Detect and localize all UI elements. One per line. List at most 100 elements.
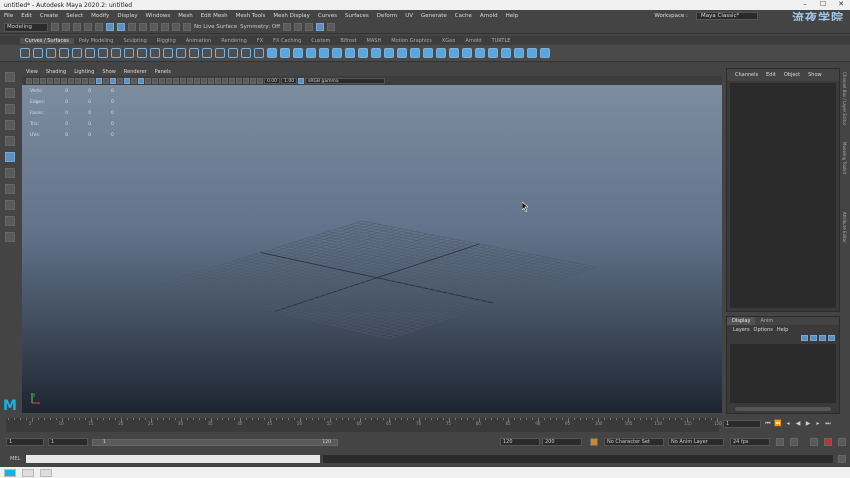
menu-deform[interactable]: Deform xyxy=(373,13,401,19)
select-hierarchy-icon[interactable] xyxy=(106,23,114,31)
go-to-start-icon[interactable]: ⏮ xyxy=(764,420,772,428)
curve-d-icon[interactable] xyxy=(150,48,160,58)
bezier-curve-icon[interactable] xyxy=(72,48,82,58)
snap-curve-icon[interactable] xyxy=(150,23,158,31)
viewport-tool-30-icon[interactable] xyxy=(236,77,242,84)
snap-view-icon[interactable] xyxy=(172,23,180,31)
select-tool-icon[interactable] xyxy=(5,72,15,82)
current-frame-field[interactable]: 1 xyxy=(723,420,761,428)
viewport-tool-6-icon[interactable] xyxy=(68,77,74,84)
select-component-icon[interactable] xyxy=(128,23,136,31)
menu-uv[interactable]: UV xyxy=(401,13,417,19)
layer-menu-options[interactable]: Options xyxy=(752,327,775,333)
viewport-tool-20-icon[interactable] xyxy=(166,77,172,84)
loft-icon[interactable] xyxy=(345,48,355,58)
auto-key-icon[interactable] xyxy=(590,438,598,446)
shelf-tab-poly-modeling[interactable]: Poly Modeling xyxy=(74,38,119,44)
workspace-dropdown[interactable]: Maya Classic* xyxy=(696,11,758,20)
channel-menu-show[interactable]: Show xyxy=(804,72,826,78)
arc-tool-icon[interactable] xyxy=(98,48,108,58)
trim-icon[interactable] xyxy=(462,48,472,58)
script-editor-icon[interactable] xyxy=(838,455,846,463)
menu-curves[interactable]: Curves xyxy=(314,13,341,19)
viewport-menu-view[interactable]: View xyxy=(22,69,42,75)
viewport-tool-1-icon[interactable] xyxy=(33,77,39,84)
viewport-tool-17-icon[interactable] xyxy=(145,77,151,84)
ep-curve-icon[interactable] xyxy=(46,48,56,58)
viewport-tool-24-icon[interactable] xyxy=(194,77,200,84)
menu-windows[interactable]: Windows xyxy=(142,13,175,19)
viewport-tool-23-icon[interactable] xyxy=(187,77,193,84)
extrude-icon[interactable] xyxy=(384,48,394,58)
playback-start-field[interactable]: 1 xyxy=(48,438,88,446)
step-back-key-icon[interactable]: ⏪ xyxy=(774,420,782,428)
paint-select-tool-icon[interactable] xyxy=(5,104,15,114)
redo-icon[interactable] xyxy=(95,23,103,31)
maximize-button[interactable]: ☐ xyxy=(814,0,832,8)
shelf-tab-custom[interactable]: Custom xyxy=(306,38,335,44)
exposure-field[interactable]: 1.00 xyxy=(281,77,298,84)
render-settings-icon[interactable] xyxy=(305,23,314,31)
menu-cache[interactable]: Cache xyxy=(451,13,476,19)
viewport-tool-9-icon[interactable] xyxy=(89,77,95,84)
viewport-tool-25-icon[interactable] xyxy=(201,77,207,84)
anim-prefs-icon[interactable] xyxy=(824,438,832,446)
viewport-tool-16-icon[interactable] xyxy=(138,77,144,84)
pencil-curve-icon[interactable] xyxy=(85,48,95,58)
maya-taskbar-icon[interactable] xyxy=(4,468,16,477)
viewport-tool-14-icon[interactable] xyxy=(124,77,130,84)
move-layer-up-icon[interactable] xyxy=(801,335,808,341)
toggle-modeling-toolkit-icon[interactable] xyxy=(316,23,325,31)
viewport-menu-show[interactable]: Show xyxy=(98,69,120,75)
viewport-tool-8-icon[interactable] xyxy=(82,77,88,84)
four-view-layout-icon[interactable] xyxy=(5,200,15,210)
channel-menu-edit[interactable]: Edit xyxy=(762,72,780,78)
last-tool-icon[interactable] xyxy=(5,168,15,178)
menu-create[interactable]: Create xyxy=(36,13,62,19)
layer-tab-display[interactable]: Display xyxy=(727,317,756,325)
square-surface-icon[interactable] xyxy=(423,48,433,58)
viewport-tool-18-icon[interactable] xyxy=(152,77,158,84)
menu-edit-mesh[interactable]: Edit Mesh xyxy=(197,13,232,19)
nurbs-cone-icon[interactable] xyxy=(306,48,316,58)
curve-l-icon[interactable] xyxy=(254,48,264,58)
ipr-render-icon[interactable] xyxy=(294,23,303,31)
step-back-frame-icon[interactable]: ◂ xyxy=(784,420,792,428)
curve-a-icon[interactable] xyxy=(111,48,121,58)
shelf-tab-mash[interactable]: MASH xyxy=(362,38,387,44)
cv-curve-icon[interactable] xyxy=(59,48,69,58)
two-view-layout-icon[interactable] xyxy=(5,216,15,226)
new-layer-selected-icon[interactable] xyxy=(828,335,835,341)
untrim-icon[interactable] xyxy=(475,48,485,58)
viewport-tool-31-icon[interactable] xyxy=(243,77,249,84)
menu-generate[interactable]: Generate xyxy=(417,13,451,19)
menu-edit[interactable]: Edit xyxy=(17,13,36,19)
nurbs-plane-icon[interactable] xyxy=(319,48,329,58)
curve-g-icon[interactable] xyxy=(189,48,199,58)
timeline-track[interactable]: 5 10 15 20 25 30 35 40 45 50 55 60 65 70 75 80 85 90 95 100… xyxy=(6,418,722,432)
menu-display[interactable]: Display xyxy=(113,13,141,19)
viewport-tool-2-icon[interactable] xyxy=(40,77,46,84)
menu-surfaces[interactable]: Surfaces xyxy=(341,13,373,19)
animation-start-field[interactable]: 1 xyxy=(6,438,44,446)
shelf-tab-curves-surfaces[interactable]: Curves / Surfaces xyxy=(20,37,74,44)
open-scene-icon[interactable] xyxy=(62,23,70,31)
shelf-tab-fx-caching[interactable]: FX Caching xyxy=(268,38,306,44)
move-layer-down-icon[interactable] xyxy=(810,335,817,341)
play-back-icon[interactable]: ◀ xyxy=(794,420,802,428)
menu-file[interactable]: File xyxy=(0,13,17,19)
revolve-icon[interactable] xyxy=(371,48,381,58)
menu-select[interactable]: Select xyxy=(62,13,87,19)
go-to-end-icon[interactable]: ⏭ xyxy=(824,420,832,428)
curve-b-icon[interactable] xyxy=(124,48,134,58)
step-forward-frame-icon[interactable]: ▸ xyxy=(814,420,822,428)
colorspace-dropdown[interactable]: sRGB gamma xyxy=(305,77,386,84)
stitch-icon[interactable] xyxy=(527,48,537,58)
viewport-tool-10-icon[interactable] xyxy=(96,77,102,84)
viewport-menu-panels[interactable]: Panels xyxy=(151,69,175,75)
viewport-tool-26-icon[interactable] xyxy=(208,77,214,84)
intersect-icon[interactable] xyxy=(501,48,511,58)
layer-menu-layers[interactable]: Layers xyxy=(731,327,752,333)
project-curve-icon[interactable] xyxy=(488,48,498,58)
viewport-tool-27-icon[interactable] xyxy=(215,77,221,84)
